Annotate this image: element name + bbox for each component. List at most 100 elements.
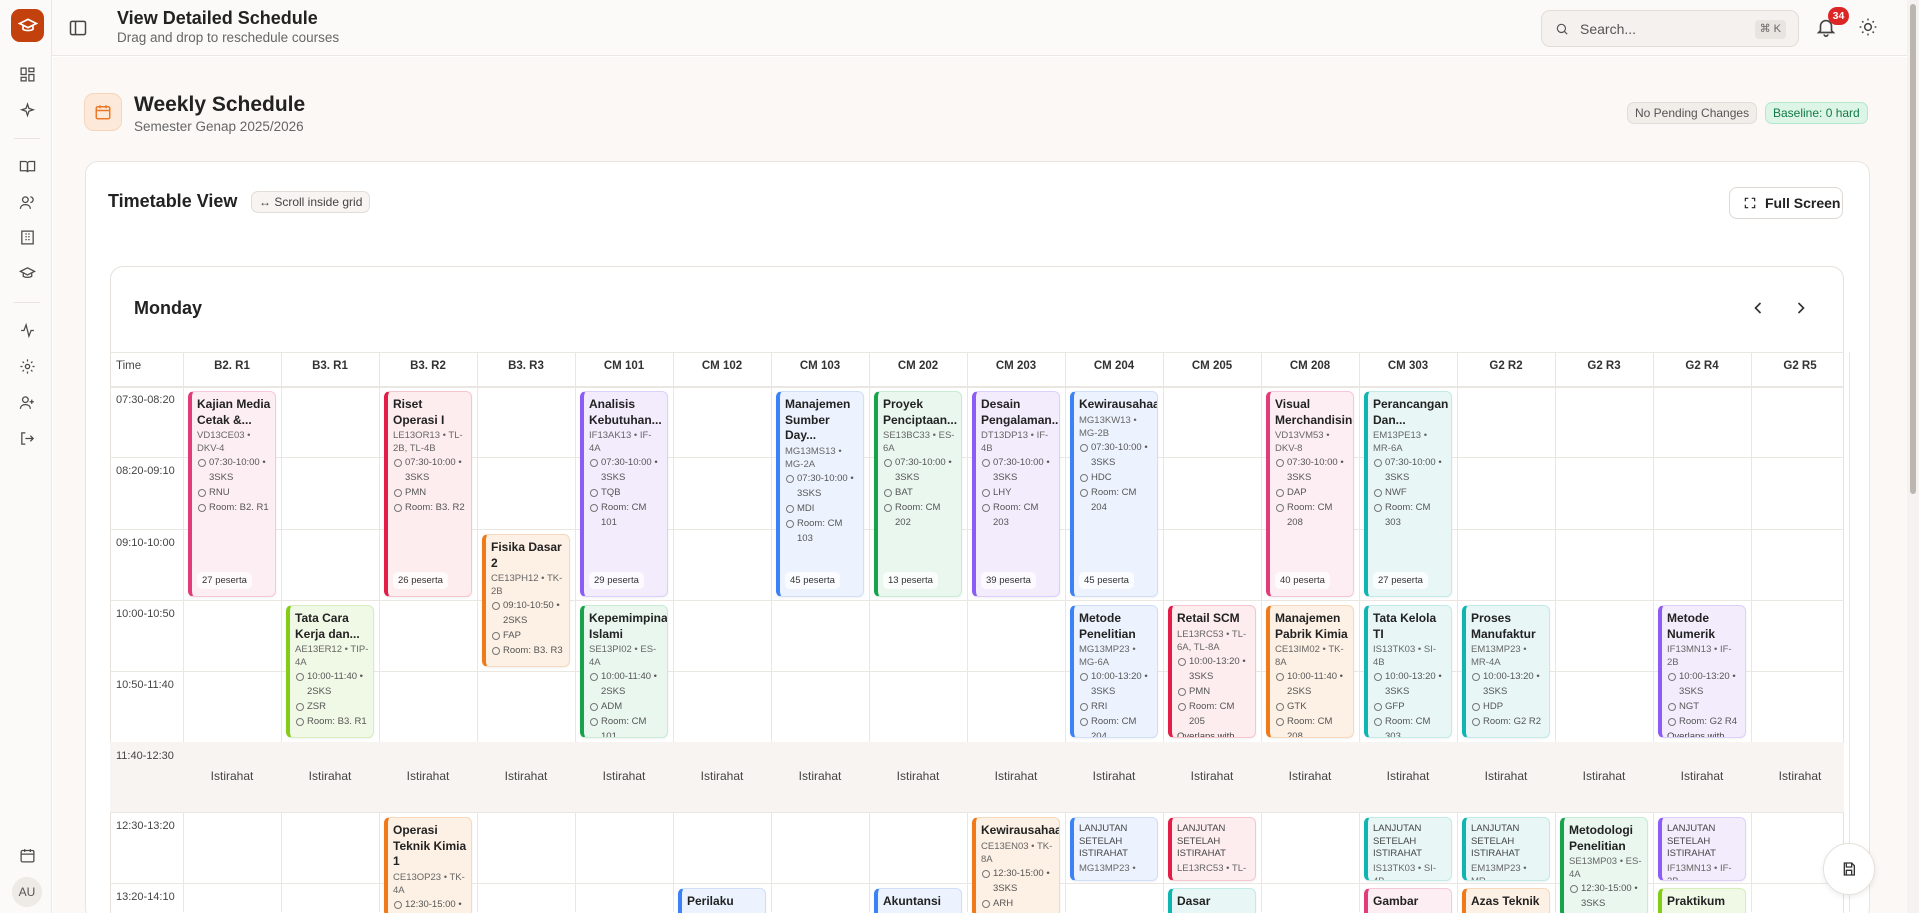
save-button[interactable] [1823,843,1875,895]
course-room: Room: CM 204 [1079,714,1153,737]
capacity-badge: 40 peserta [1275,572,1330,589]
logout-icon[interactable] [17,428,37,448]
sun-icon[interactable] [1858,17,1878,37]
course-time: 10:00-11:40 • 2SKS [589,669,663,699]
course-lecturer: TQB [589,485,663,500]
course-room: Room: G2 R2 [1471,714,1545,729]
calendar-icon[interactable] [17,845,37,865]
chevron-right-icon[interactable] [1791,298,1811,318]
grid-line [967,352,968,912]
users-icon[interactable] [17,192,37,212]
chevron-left-icon[interactable] [1748,298,1768,318]
course-lecturer: BAT [883,485,957,500]
grid-line [1163,352,1164,912]
course-lecturer: ADM [589,699,663,714]
course-code: VD13VM53 • DKV-8 [1275,430,1330,454]
user-group-icon[interactable] [17,392,37,412]
course-time: 10:00-11:40 • 2SKS [1275,669,1349,699]
course-block[interactable]: Akuntansi [874,888,962,913]
dashboard-icon[interactable] [17,64,37,84]
course-block[interactable]: Praktikum [1658,888,1746,913]
course-block[interactable]: Metode Penelitian MG13MP23 • MG-6A 10:00-1… [1070,605,1158,738]
scrollbar-thumb[interactable] [1910,4,1916,494]
course-code: IF13MN13 • IF-2B [1667,862,1732,881]
continuation-block[interactable]: LANJUTAN SETELAH ISTIRAHAT LE13RC53 • TL- [1168,817,1256,881]
course-block[interactable]: Visual Merchandising VD13VM53 • DKV-8 07:3… [1266,391,1354,597]
timetable-title: Timetable View [108,191,238,211]
continuation-block[interactable]: LANJUTAN SETELAH ISTIRAHAT EM13MP23 • MR- [1462,817,1550,881]
course-block[interactable]: Proyek Penciptaan... SE13BC33 • ES-6A 07:3… [874,391,962,597]
grid-line [110,386,1844,388]
course-title: Metodologi Penelitian [1569,823,1633,853]
cap-icon[interactable] [17,263,37,283]
course-block[interactable]: Retail SCM LE13RC53 • TL-6A, TL-8A 10:00-1… [1168,605,1256,738]
course-block[interactable]: Perilaku [678,888,766,913]
rail-divider [14,138,40,139]
course-block[interactable]: Kewirausahaar MG13KW13 • MG-2B 07:30-10:00… [1070,391,1158,597]
course-title: Proses Manufaktur [1471,611,1536,641]
room-header: B3. R1 [312,360,348,372]
app-logo[interactable] [11,9,44,42]
course-room: Room: CM 303 [1373,714,1447,737]
semester-label: Semester Genap 2025/2026 [134,119,304,134]
search-shortcut: ⌘ K [1754,20,1786,39]
course-time: 07:30-10:00 • 3SKS [785,471,859,501]
notification-badge: 34 [1828,7,1849,25]
avatar[interactable]: AU [12,877,42,907]
course-room: Room: B3. R1 [295,714,369,729]
sidebar-toggle-icon[interactable] [68,18,88,38]
search-icon [1556,23,1568,35]
course-block[interactable]: Manajemen Pabrik Kimia CE13IM02 • TK-8A 10… [1266,605,1354,738]
course-block[interactable]: Fisika Dasar 2 CE13PH12 • TK-2B 09:10-10:5… [482,534,570,667]
course-block[interactable]: Proses Manufaktur EM13MP23 • MR-4A 10:00-1… [1462,605,1550,738]
course-block[interactable]: Metodologi Penelitian SE13MP03 • ES-4A 12:… [1560,817,1648,913]
course-title: Kajian Media Cetak &... [197,397,271,427]
book-icon[interactable] [17,156,37,176]
course-code: EM13MP23 • MR-4A [1471,644,1527,668]
continuation-block[interactable]: LANJUTAN SETELAH ISTIRAHAT MG13MP23 • [1070,817,1158,881]
continuation-block[interactable]: LANJUTAN SETELAH ISTIRAHAT IS13TK03 • SI-… [1364,817,1452,881]
top-bar: View Detailed Schedule Drag and drop to … [52,0,1919,56]
grid-line [575,352,576,912]
course-block[interactable]: Kewirausahaar CE13EN03 • TK-8A 12:30-15:00… [972,817,1060,913]
gear-icon[interactable] [17,356,37,376]
course-room: Room: CM 203 [981,500,1055,530]
course-block[interactable]: Azas Teknik [1462,888,1550,913]
course-lecturer: RRI [1079,699,1153,714]
course-code: CE13OP23 • TK-4A [393,871,465,896]
course-block[interactable]: Gambar [1364,888,1452,913]
course-block[interactable]: Tata Cara Kerja dan... AE13ER12 • TIP-4A 1… [286,605,374,738]
course-block[interactable]: Kajian Media Cetak &... VD13CE03 • DKV-4 0… [188,391,276,597]
course-block[interactable]: Perancangan Dan... EM13PE13 • MR-6A 07:30-… [1364,391,1452,597]
room-header: G2 R4 [1685,360,1719,372]
full-screen-button[interactable]: Full Screen [1729,187,1843,219]
course-time: 12:30-15:00 • 3SKS [393,897,467,913]
course-lecturer: PMN [1177,684,1251,699]
course-block[interactable]: Tata Kelola TI IS13TK03 • SI-4B 10:00-13:2… [1364,605,1452,738]
course-block[interactable]: Desain Pengalaman... DT13DP13 • IF-4B 07:3… [972,391,1060,597]
course-title: Desain Pengalaman... [981,397,1060,427]
course-block[interactable]: Manajemen Sumber Day... MG13MS13 • MG-2A 0… [776,391,864,597]
course-title: Analisis Kebutuhan... [589,397,662,427]
building-icon[interactable] [17,227,37,247]
course-code: MG13MP23 • MG-6A [1079,644,1136,668]
break-cell: Istirahat [700,769,744,783]
course-block[interactable]: Riset Operasi I LE13OR13 • TL-2B, TL-4B 07… [384,391,472,597]
scrollbar[interactable] [1907,0,1919,913]
course-block[interactable]: Analisis Kebutuhan... IF13AK13 • IF-4A 07:… [580,391,668,597]
course-block[interactable]: Operasi Teknik Kimia 1 CE13OP23 • TK-4A 12… [384,817,472,913]
course-block[interactable]: Metode Numerik IF13MN13 • IF-2B 10:00-13:2… [1658,605,1746,738]
course-block[interactable]: Kepemimpinar Islami SE13PI02 • ES-4A 10:00… [580,605,668,738]
capacity-badge: 27 peserta [197,572,252,589]
activity-icon[interactable] [17,320,37,340]
search-input[interactable]: Search... ⌘ K [1541,10,1799,47]
continuation-block[interactable]: LANJUTAN SETELAH ISTIRAHAT IF13MN13 • IF-… [1658,817,1746,881]
sparkles-icon[interactable] [17,100,37,120]
course-block[interactable]: Dasar [1168,888,1256,913]
time-column-header: Time [116,360,142,372]
course-lecturer: NGT [1667,699,1741,714]
break-cell: Istirahat [1680,769,1724,783]
course-code: CE13EN03 • TK-8A [981,840,1053,865]
course-title: Kepemimpinar Islami [589,611,668,641]
grid-line [183,352,184,912]
